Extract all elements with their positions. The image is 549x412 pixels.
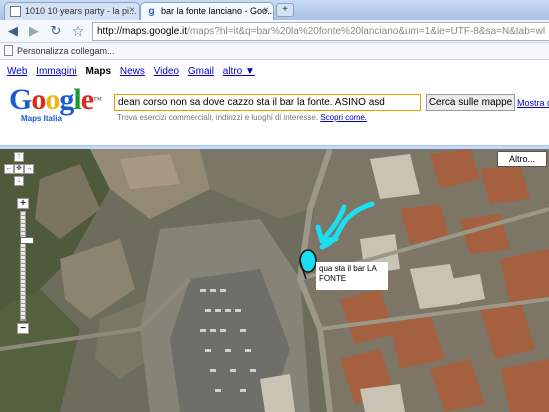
zoom-out-icon[interactable]: − bbox=[17, 323, 29, 334]
plus-icon[interactable]: + bbox=[276, 3, 294, 17]
hint-text: Trova esercizi commerciali, indirizzi e … bbox=[117, 113, 319, 122]
reload-icon[interactable]: ↻ bbox=[48, 23, 64, 39]
pan-center-icon[interactable]: ✥ bbox=[14, 164, 24, 174]
tab-bar-la-fonte[interactable]: g bar la fonte lanciano - Goo... × bbox=[140, 2, 274, 20]
nav-news[interactable]: News bbox=[120, 66, 145, 77]
close-icon[interactable]: × bbox=[129, 5, 135, 16]
google-nav: Web Immagini Maps News Video Gmail altro… bbox=[7, 66, 261, 77]
search-hint: Trova esercizi commerciali, indirizzi e … bbox=[117, 113, 367, 122]
satellite-imagery bbox=[0, 149, 549, 412]
map-annotation-label: qua sta il bar LA FONTE bbox=[316, 262, 388, 290]
tab-1010-party[interactable]: 1010 10 years party - la pi... × bbox=[4, 2, 140, 20]
nav-more[interactable]: altro ▼ bbox=[223, 66, 255, 77]
pan-left-icon[interactable]: ← bbox=[4, 164, 14, 174]
browser-toolbar: ◀ ▶ ↻ ☆ http://maps.google.it/maps?hl=it… bbox=[0, 20, 549, 43]
close-icon[interactable]: × bbox=[263, 5, 269, 16]
tab-label: 1010 10 years party - la pi... bbox=[25, 6, 137, 16]
nav-maps: Maps bbox=[85, 66, 112, 77]
logo-subtitle: Maps Italia bbox=[21, 114, 62, 123]
star-icon[interactable]: ☆ bbox=[70, 23, 86, 39]
bookmarks-bar: Personalizza collegam... bbox=[0, 43, 549, 60]
pan-up-icon[interactable]: ↑ bbox=[14, 152, 24, 162]
zoom-thumb[interactable] bbox=[20, 237, 34, 244]
nav-video[interactable]: Video bbox=[154, 66, 179, 77]
pan-down-icon[interactable]: ↓ bbox=[14, 176, 24, 186]
browser-tab-bar: 1010 10 years party - la pi... × g bar l… bbox=[0, 0, 549, 20]
zoom-in-icon[interactable]: + bbox=[17, 198, 29, 209]
document-icon bbox=[4, 45, 13, 56]
nav-gmail[interactable]: Gmail bbox=[188, 66, 214, 77]
search-maps-button[interactable]: Cerca sulle mappe bbox=[426, 94, 515, 111]
address-bar[interactable]: http://maps.google.it/maps?hl=it&q=bar%2… bbox=[92, 22, 549, 41]
google-logo[interactable]: Google™ bbox=[9, 85, 102, 115]
hint-link[interactable]: Scopri come. bbox=[320, 113, 367, 122]
nav-web[interactable]: Web bbox=[7, 66, 27, 77]
back-icon[interactable]: ◀ bbox=[5, 23, 21, 39]
show-options-link[interactable]: Mostra o bbox=[517, 98, 549, 108]
zoom-slider[interactable] bbox=[20, 211, 34, 321]
map-more-button[interactable]: Altro... bbox=[497, 151, 547, 167]
bookmark-label: Personalizza collegam... bbox=[17, 46, 115, 56]
url-host: http://maps.google.it bbox=[97, 26, 188, 37]
forward-icon[interactable]: ▶ bbox=[26, 23, 42, 39]
satellite-map[interactable] bbox=[0, 149, 549, 412]
bookmark-customize-links[interactable]: Personalizza collegam... bbox=[4, 45, 115, 56]
search-input[interactable]: dean corso non sa dove cazzo sta il bar … bbox=[114, 94, 421, 111]
nav-images[interactable]: Immagini bbox=[36, 66, 77, 77]
tab-label: bar la fonte lanciano - Goo... bbox=[161, 6, 274, 16]
page-icon bbox=[10, 6, 21, 17]
url-path: /maps?hl=it&q=bar%20la%20fonte%20lancian… bbox=[187, 26, 546, 37]
pan-control: ↑ ← ✥ → ↓ bbox=[4, 152, 34, 194]
pan-right-icon[interactable]: → bbox=[24, 164, 34, 174]
google-maps-icon: g bbox=[148, 6, 155, 17]
zoom-control: + − bbox=[17, 198, 34, 336]
